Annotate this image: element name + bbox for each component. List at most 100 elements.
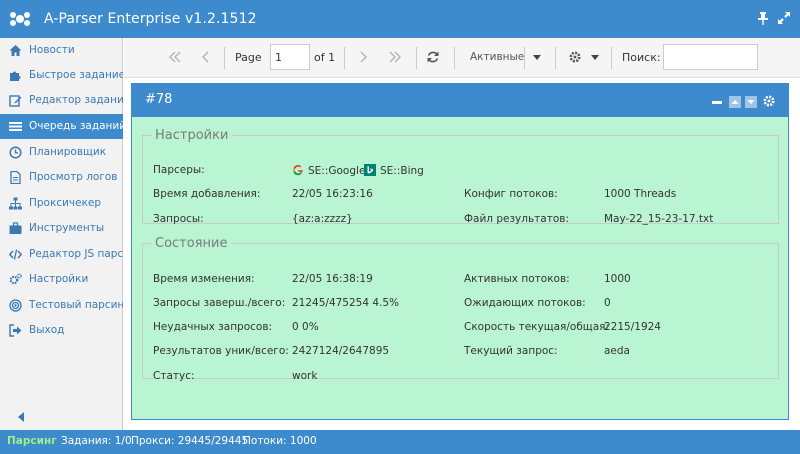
sitemap-icon [9,197,22,210]
proxy-count: Прокси: 29445/29445 [131,435,249,447]
sidebar-item-logout[interactable]: Выход [0,318,123,343]
task-settings-gear-icon[interactable] [762,94,776,108]
toolbar-separator [524,47,525,69]
sidebar-item-scheduler[interactable]: Планировщик [0,140,123,165]
move-up-icon[interactable] [729,96,741,108]
first-page-icon[interactable] [168,50,182,64]
edit-icon [9,95,22,107]
list-icon [9,122,22,131]
parsers-label: Парсеры: [153,164,205,176]
sign-out-icon [9,324,22,337]
changed-time-value: 22/05 16:38:19 [292,273,373,285]
google-icon [292,164,303,176]
status-value: work [292,370,318,382]
speed-value: 2215/1924 [604,321,661,333]
last-page-icon[interactable] [388,50,402,64]
speed-label: Скорость текущая/общая: [464,321,609,333]
page-label: Page [235,51,262,64]
page-number-input[interactable] [270,44,310,70]
toolbar-separator [416,47,417,69]
result-file-label: Файл результатов: [464,213,569,225]
minimize-icon[interactable] [712,101,722,104]
changed-time-label: Время изменения: [153,273,255,285]
sidebar-item-task-editor[interactable]: Редактор заданий [0,88,123,113]
toolbar-separator [611,47,612,69]
queries-done-label: Запросы заверш./всего: [153,297,286,309]
toolbar-separator [454,47,455,69]
state-legend: Состояние [155,236,228,251]
refresh-icon[interactable] [426,50,440,64]
expand-icon[interactable] [777,11,791,25]
sidebar-item-task-queue[interactable]: Очередь заданий [0,114,123,139]
sidebar-item-label: Инструменты [29,222,105,234]
status-filter-label: Активные [470,51,525,63]
sidebar-item-label: Новости [29,44,75,56]
gear-icon[interactable] [568,50,582,64]
failed-queries-label: Неудачных запросов: [153,321,273,333]
status-bar: Парсинг Задания: 1/0 Прокси: 29445/29445… [0,430,800,454]
task-panel-header: #78 [132,84,788,117]
target-icon [9,299,22,312]
queries-label: Запросы: [153,213,204,225]
sidebar-item-quick-task[interactable]: Быстрое задание [0,63,123,88]
bing-icon [364,164,376,176]
pin-icon[interactable] [756,11,770,25]
sidebar-item-label: Быстрое задание [29,69,123,81]
failed-queries-value: 0 0% [292,321,319,333]
sidebar-item-news[interactable]: Новости [0,38,123,63]
current-query-value: aeda [604,345,630,357]
parser-google[interactable]: SE::Google [292,164,365,177]
settings-fieldset: Настройки Парсеры: SE::Google SE::Bing В… [142,128,779,225]
page-count-label: of 1 [314,51,336,64]
sidebar-item-label: Планировщик [29,146,107,158]
sidebar-item-label: Выход [29,324,65,336]
status-label: Статус: [153,370,195,382]
sidebar-item-log-viewer[interactable]: Просмотр логов [0,165,123,190]
current-query-label: Текущий запрос: [464,345,558,357]
waiting-threads-value: 0 [604,297,611,309]
sidebar-item-proxy-checker[interactable]: Проксичекер [0,191,123,216]
toolbar-separator [224,47,225,69]
active-threads-label: Активных потоков: [464,273,570,285]
result-file-value: May-22_15-23-17.txt [604,213,714,225]
settings-legend: Настройки [155,128,229,143]
sidebar-item-label: Просмотр логов [29,171,118,183]
title-bar: A-Parser Enterprise v1.2.1512 [0,0,800,38]
waiting-threads-label: Ожидающих потоков: [464,297,586,309]
state-fieldset: Состояние Время изменения: 22/05 16:38:1… [142,236,779,382]
sidebar-item-label: Редактор заданий [29,94,123,106]
search-input[interactable] [663,44,758,70]
active-threads-value: 1000 [604,273,631,285]
toolbar-separator [344,47,345,69]
queries-value: {az:a:zzzz} [292,213,353,225]
toolbar-separator [555,47,556,69]
parser-name: SE::Google [308,165,366,177]
parser-bing[interactable]: SE::Bing [364,164,424,177]
move-down-icon[interactable] [745,96,757,108]
task-id-title: #78 [145,92,173,107]
home-icon [9,45,22,56]
cogs-icon [9,273,22,285]
results-value: 2427124/2647895 [292,345,390,357]
added-time-label: Время добавления: [153,188,261,200]
search-label: Поиск: [622,51,661,64]
main-content: #78 Настройки Парсеры: SE::Google SE::Bi… [124,78,800,430]
chevron-down-icon[interactable] [533,55,541,60]
sidebar-item-label: Очередь заданий [29,120,123,132]
chevron-down-icon[interactable] [591,55,599,60]
prev-page-icon[interactable] [199,50,213,64]
queries-done-value: 21245/475254 4.5% [292,297,400,309]
parsing-status: Парсинг [7,435,57,447]
sidebar-item-label: Проксичекер [29,197,102,209]
puzzle-icon [10,71,21,81]
sidebar-item-settings[interactable]: Настройки [0,267,123,292]
collapse-sidebar-icon[interactable] [17,412,25,422]
sidebar: Новости Быстрое задание Редактор заданий… [0,38,123,430]
sidebar-item-js-parser-editor[interactable]: Редактор JS парс... [0,242,123,267]
added-time-value: 22/05 16:23:16 [292,188,373,200]
threads-config-value: 1000 Threads [604,188,677,200]
sidebar-item-test-parsing[interactable]: Тестовый парсинг [0,293,123,318]
sidebar-item-tools[interactable]: Инструменты [0,216,123,241]
code-icon [9,249,22,260]
next-page-icon[interactable] [356,50,370,64]
